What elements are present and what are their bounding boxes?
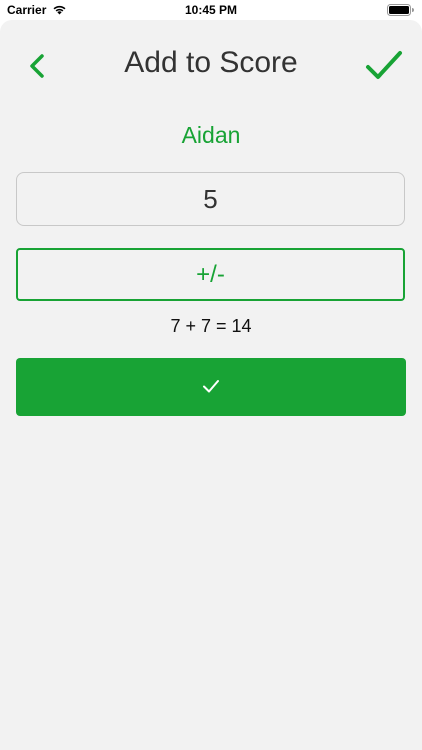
screen: Carrier 10:45 PM Add to Score Aidan 5 +/… (0, 0, 422, 750)
score-equation: 7 + 7 = 14 (170, 316, 252, 336)
navigation-bar: Add to Score (0, 20, 422, 112)
page-title: Add to Score (124, 46, 298, 79)
add-score-sheet: Add to Score Aidan 5 +/- 7 + 7 = 14 (0, 20, 422, 750)
sign-toggle-button[interactable]: +/- (16, 248, 405, 301)
player-name: Aidan (181, 122, 241, 148)
done-button[interactable] (364, 48, 404, 84)
checkmark-icon (366, 51, 402, 79)
status-bar: Carrier 10:45 PM (0, 0, 422, 20)
status-time: 10:45 PM (184, 3, 238, 17)
submit-button[interactable] (16, 358, 406, 416)
battery-icon (387, 4, 414, 16)
checkmark-icon (203, 380, 219, 393)
score-input[interactable]: 5 (16, 172, 405, 226)
